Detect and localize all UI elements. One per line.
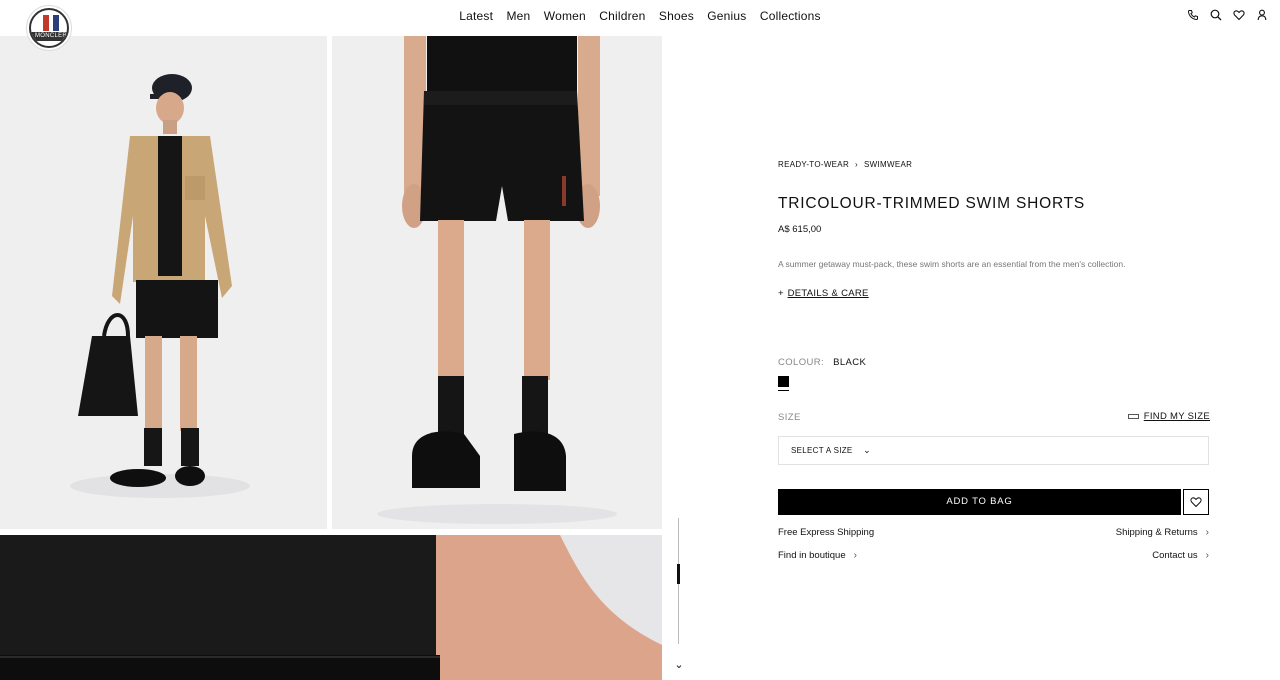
product-title: TRICOLOUR-TRIMMED SWIM SHORTS — [778, 195, 1086, 212]
breadcrumb: READY-TO-WEAR › SWIMWEAR — [778, 160, 912, 169]
size-select-value: SELECT A SIZE — [791, 446, 853, 455]
nav-item-children[interactable]: Children — [599, 9, 645, 23]
find-my-size-link[interactable]: FIND MY SIZE — [1144, 411, 1210, 422]
nav-item-genius[interactable]: Genius — [707, 9, 746, 23]
product-description: A summer getaway must-pack, these swim s… — [778, 259, 1126, 269]
logo-blue-stripe — [53, 15, 59, 31]
shipping-returns-label: Shipping & Returns — [1115, 527, 1198, 538]
shipping-returns-link[interactable]: Shipping & Returns › — [1116, 527, 1209, 538]
scroll-down-icon[interactable]: ⌄ — [673, 658, 685, 672]
plus-icon: + — [778, 288, 784, 299]
logo-wordmark: MONCLER — [31, 32, 67, 41]
fabric-detail-image[interactable] — [0, 535, 662, 680]
model-full-look-image[interactable] — [0, 36, 327, 529]
main-nav: Latest Men Women Children Shoes Genius C… — [0, 9, 1280, 23]
wishlist-button[interactable] — [1183, 489, 1209, 515]
nav-item-men[interactable]: Men — [506, 9, 530, 23]
heart-icon — [1190, 497, 1202, 508]
size-select[interactable]: SELECT A SIZE ⌄ — [778, 436, 1209, 465]
size-label: SIZE — [778, 412, 801, 423]
product-price: A$ 615,00 — [778, 224, 822, 235]
nav-item-women[interactable]: Women — [544, 9, 586, 23]
colour-row: COLOUR: BLACK — [778, 357, 866, 368]
ruler-icon — [1127, 414, 1139, 419]
chevron-right-icon: › — [1205, 550, 1209, 561]
find-my-size[interactable]: FIND MY SIZE — [1127, 411, 1210, 422]
breadcrumb-ready-to-wear[interactable]: READY-TO-WEAR — [778, 160, 849, 169]
moncler-logo[interactable]: MONCLER — [26, 5, 72, 51]
find-in-boutique-link[interactable]: Find in boutique › — [778, 550, 857, 561]
chevron-right-icon: › — [1205, 527, 1209, 538]
fabric-detail-illustration — [0, 535, 662, 680]
site-header: MONCLER Latest Men Women Children Shoes … — [0, 0, 1280, 51]
contact-us-label: Contact us — [1152, 550, 1198, 561]
logo-red-stripe — [43, 15, 49, 31]
chevron-right-icon: › — [853, 550, 857, 561]
breadcrumb-swimwear[interactable]: SWIMWEAR — [864, 160, 912, 169]
details-care-link[interactable]: DETAILS & CARE — [788, 288, 869, 299]
details-care-toggle[interactable]: + DETAILS & CARE — [778, 288, 869, 299]
gallery-scroll-thumb[interactable] — [677, 564, 680, 584]
colour-label: COLOUR: — [778, 357, 825, 368]
nav-item-latest[interactable]: Latest — [459, 9, 493, 23]
utility-icons — [1187, 9, 1268, 21]
model-full-look-illustration — [0, 36, 327, 529]
add-to-bag-button[interactable]: ADD TO BAG — [778, 489, 1181, 515]
find-in-boutique-label: Find in boutique — [778, 550, 846, 561]
nav-item-shoes[interactable]: Shoes — [659, 9, 694, 23]
phone-icon[interactable] — [1187, 9, 1199, 21]
free-express-shipping: Free Express Shipping — [778, 527, 875, 538]
heart-icon[interactable] — [1233, 9, 1245, 21]
account-icon[interactable] — [1256, 9, 1268, 21]
colour-swatch-black[interactable] — [777, 375, 790, 388]
logo-seal: MONCLER — [29, 8, 69, 48]
shorts-closeup-illustration — [332, 36, 662, 529]
colour-value: BLACK — [833, 357, 867, 368]
contact-us-link[interactable]: Contact us › — [1152, 550, 1209, 561]
breadcrumb-separator-icon: › — [855, 160, 858, 169]
swatch-selected-indicator — [778, 390, 789, 391]
nav-item-collections[interactable]: Collections — [760, 9, 821, 23]
model-shorts-closeup-image[interactable] — [332, 36, 662, 529]
chevron-down-icon: ⌄ — [863, 445, 871, 455]
search-icon[interactable] — [1210, 9, 1222, 21]
